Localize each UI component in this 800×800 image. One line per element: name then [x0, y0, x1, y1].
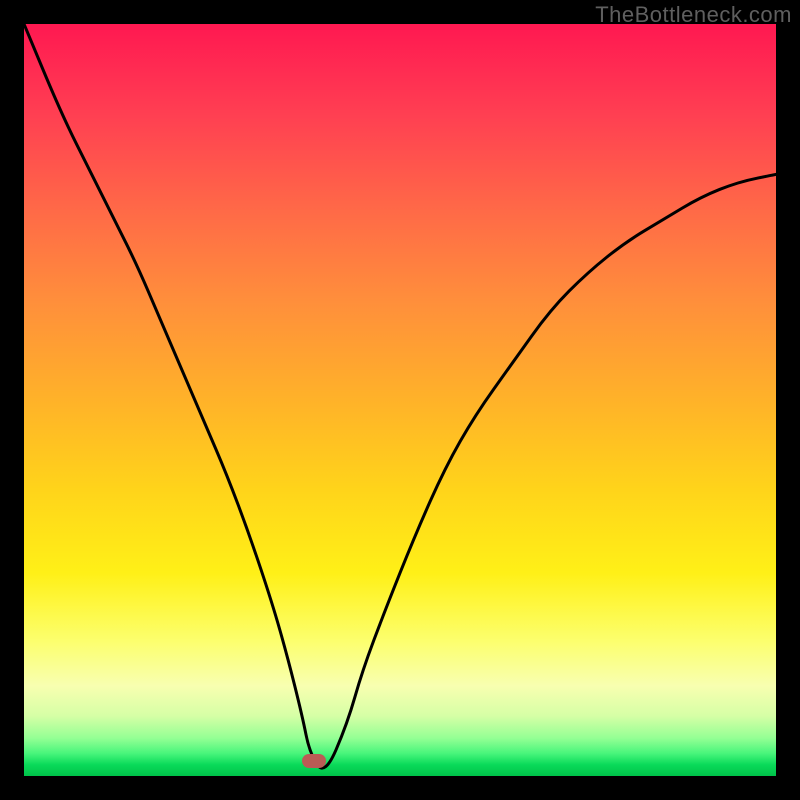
bottleneck-curve [24, 24, 776, 776]
chart-plot-area [24, 24, 776, 776]
chart-frame: TheBottleneck.com [0, 0, 800, 800]
optimal-marker [302, 754, 326, 768]
watermark-text: TheBottleneck.com [595, 2, 792, 28]
